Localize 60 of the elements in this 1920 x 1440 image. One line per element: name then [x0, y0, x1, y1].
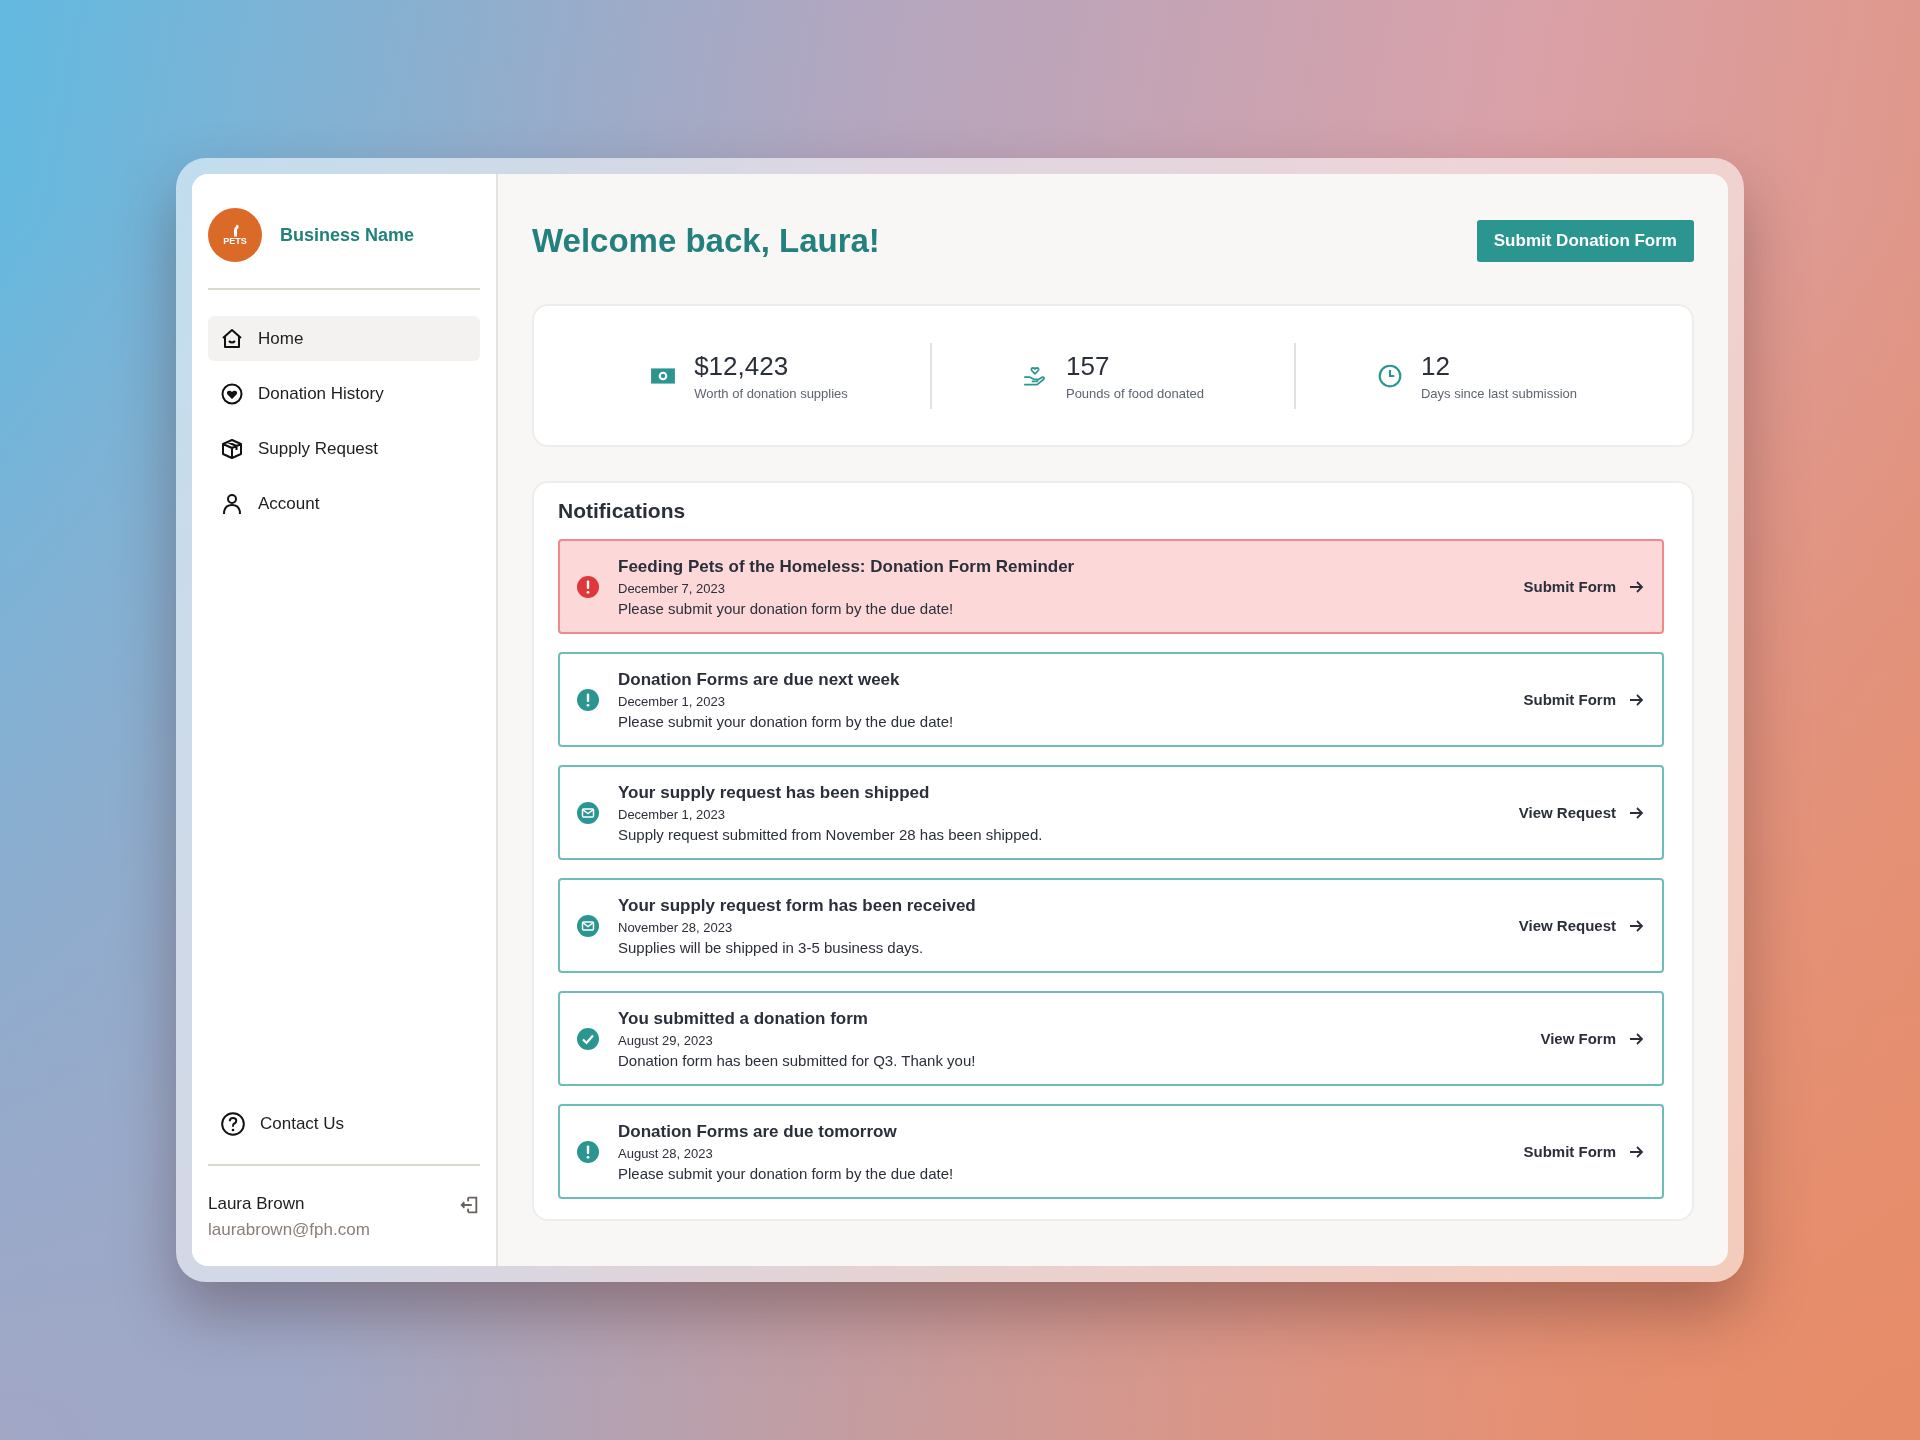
- stat-value: 12: [1420, 350, 1451, 382]
- user-name: Laura Brown: [208, 1194, 306, 1214]
- contact-link[interactable]: Contact Us: [208, 1101, 480, 1146]
- check-icon: [576, 1026, 600, 1051]
- notification-message: Supplies will be shipped in 3-5 business days.: [618, 938, 925, 956]
- notification-action-link[interactable]: Submit Form: [1523, 691, 1644, 708]
- notification-date: December 1, 2023: [618, 806, 726, 822]
- notification-message: Supply request submitted from November 28 has been shipped.: [618, 825, 1044, 843]
- arrow-right-icon: [1628, 1030, 1644, 1047]
- alert-icon: [576, 1139, 600, 1164]
- nav-item[interactable]: Account: [208, 481, 480, 526]
- notification-title: Donation Forms are due next week: [618, 669, 901, 690]
- notifications-title: Notifications: [558, 499, 687, 523]
- help-icon: [220, 1110, 246, 1137]
- clock-icon: [1376, 362, 1403, 389]
- notification-title: You submitted a donation form: [618, 1008, 869, 1029]
- notification-title: Feeding Pets of the Homeless: Donation Form Reminder: [618, 556, 1076, 577]
- stat-label: Days since last submission: [1420, 385, 1578, 401]
- notification-date: August 29, 2023: [618, 1032, 714, 1048]
- stat-value: 157: [1065, 350, 1111, 382]
- alert-icon: [576, 574, 600, 599]
- notification-date: December 7, 2023: [618, 580, 726, 596]
- stat-label: Worth of donation supplies: [694, 385, 848, 401]
- notification-title: Donation Forms are due tomorrow: [618, 1121, 898, 1142]
- notification-action-link[interactable]: View Request: [1518, 804, 1644, 821]
- notification-message: Please submit your donation form by the due date!: [618, 712, 955, 730]
- arrow-right-icon: [1628, 804, 1644, 821]
- notification-action-link[interactable]: View Request: [1518, 917, 1644, 934]
- notification-date: November 28, 2023: [618, 919, 734, 935]
- arrow-right-icon: [1628, 1143, 1644, 1160]
- person-icon: [220, 491, 244, 516]
- notification-action-link[interactable]: Submit Form: [1523, 578, 1644, 595]
- logout-icon[interactable]: [458, 1194, 480, 1216]
- nav-item[interactable]: Donation History: [208, 371, 480, 416]
- notification-message: Donation form has been submitted for Q3. Thank you!: [618, 1051, 977, 1069]
- stat-value: $12,423: [694, 350, 790, 382]
- notification-action-link[interactable]: View Form: [1540, 1030, 1644, 1047]
- alert-icon: [576, 687, 600, 712]
- notification-date: August 28, 2023: [618, 1145, 714, 1161]
- nav-item[interactable]: Home: [208, 316, 480, 361]
- mail-icon: [576, 800, 600, 825]
- user-email: laurabrown@fph.com: [208, 1220, 370, 1240]
- arrow-right-icon: [1628, 578, 1644, 595]
- notification-title: Your supply request has been shipped: [618, 782, 931, 803]
- notification-title: Your supply request form has been received: [618, 895, 977, 916]
- welcome-heading: Welcome back, Laura!: [532, 222, 880, 260]
- submit-donation-button[interactable]: Submit Donation Form: [1476, 220, 1694, 262]
- stat-label: Pounds of food donated: [1065, 385, 1205, 401]
- notification-action-link[interactable]: Submit Form: [1523, 1143, 1644, 1160]
- business-name: Business Name: [280, 224, 415, 246]
- notification-message: Please submit your donation form by the due date!: [618, 599, 955, 617]
- arrow-right-icon: [1628, 691, 1644, 708]
- box-icon: [220, 436, 244, 461]
- arrow-right-icon: [1628, 917, 1644, 934]
- home-icon: [220, 326, 244, 351]
- notification-message: Please submit your donation form by the due date!: [618, 1164, 955, 1182]
- notification-date: December 1, 2023: [618, 693, 726, 709]
- logo-text: PETS: [223, 237, 247, 246]
- nav-item[interactable]: Supply Request: [208, 426, 480, 471]
- mail-icon: [576, 913, 600, 938]
